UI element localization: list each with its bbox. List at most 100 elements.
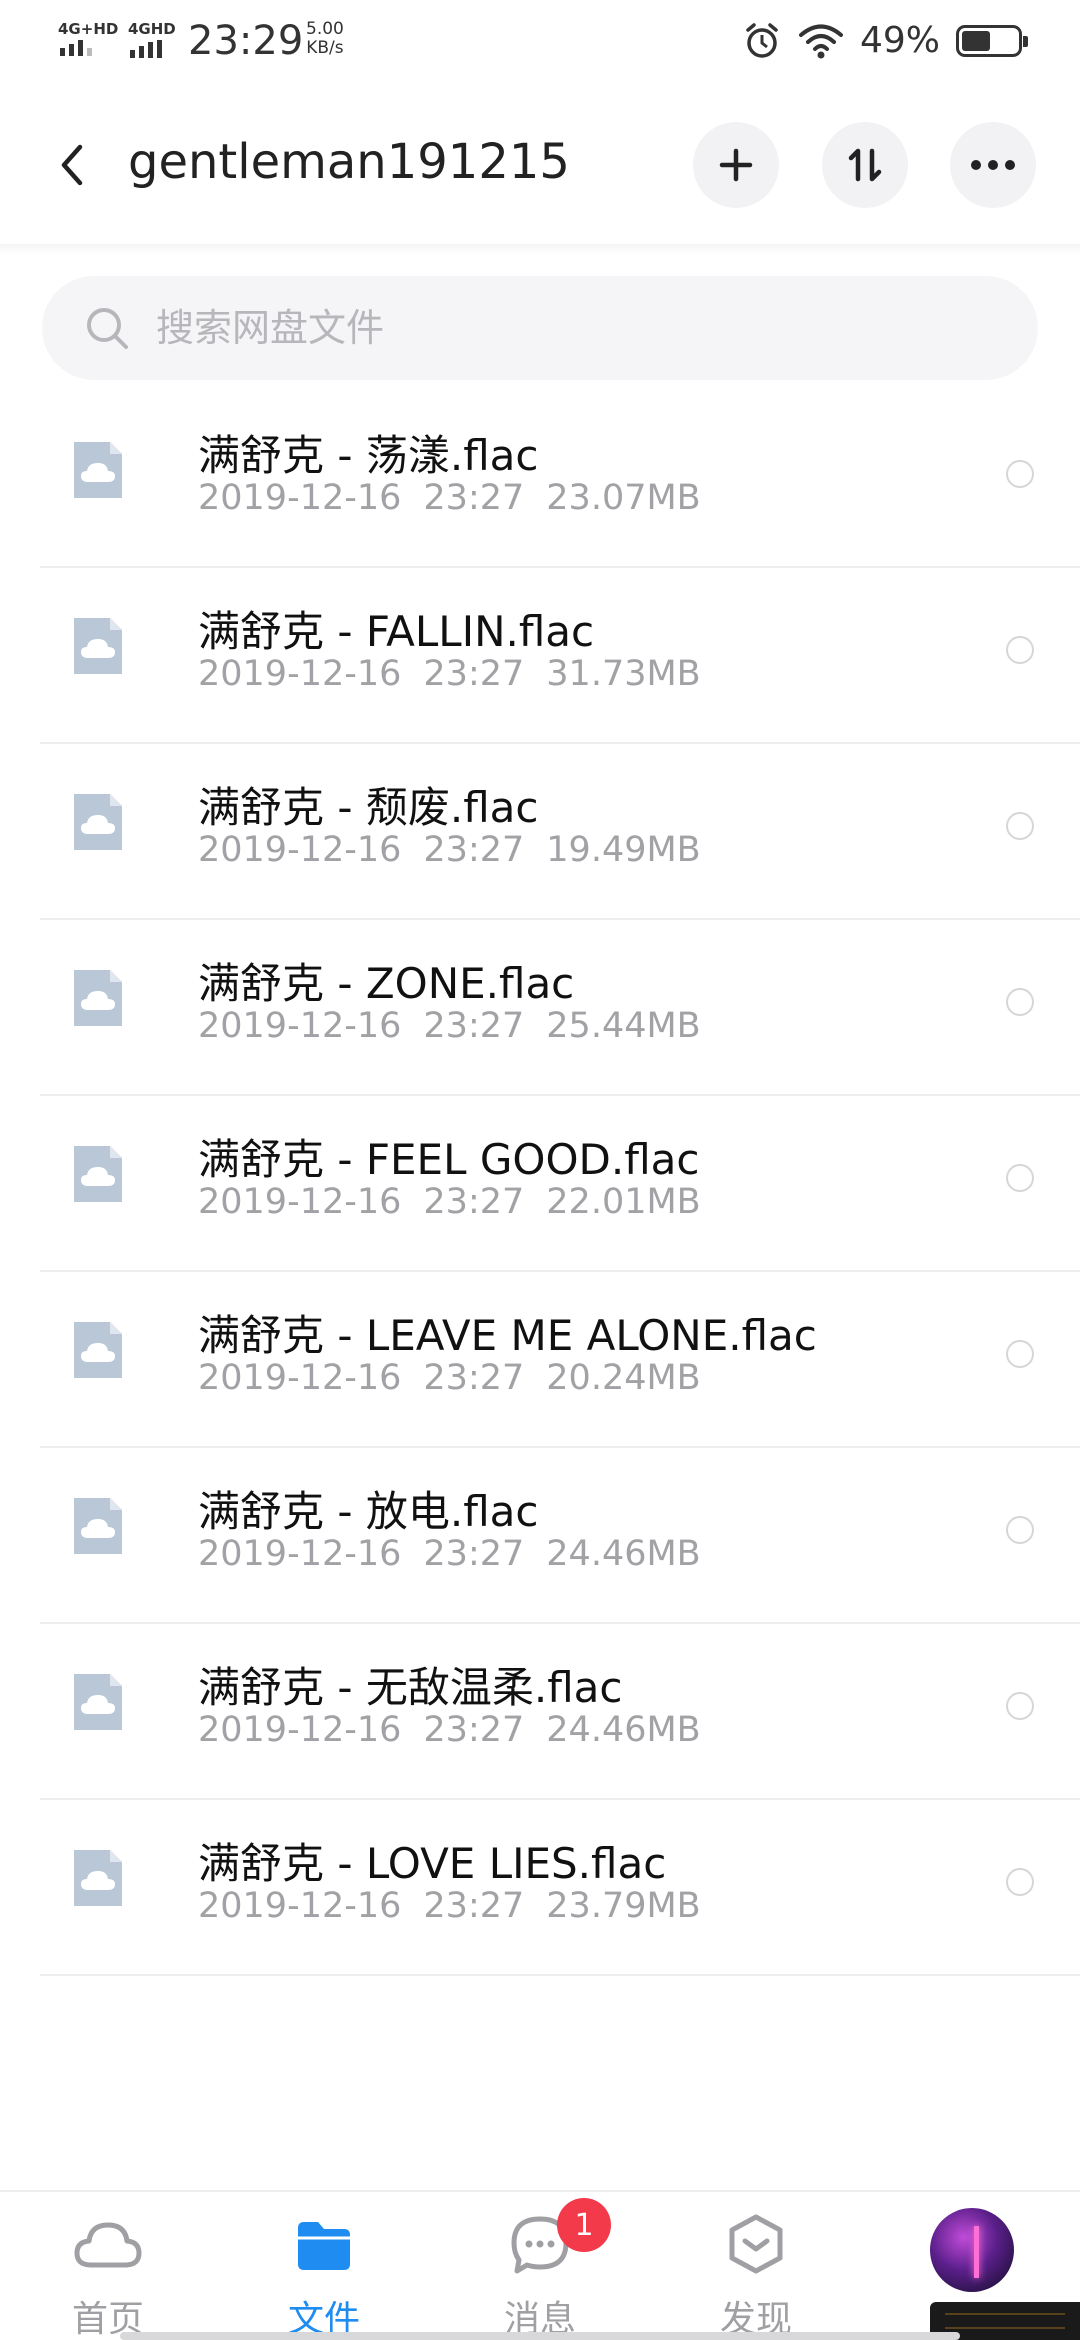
file-time: 23:27: [423, 1358, 525, 1398]
header: gentleman191215: [0, 100, 1080, 230]
select-checkbox[interactable]: [1006, 460, 1034, 488]
file-size: 23.79MB: [546, 1886, 701, 1926]
file-row[interactable]: 满舒克 - LEAVE ME ALONE.flac 2019-12-16 23:27…: [40, 1272, 1080, 1448]
select-checkbox[interactable]: [1006, 1868, 1034, 1896]
nav-files[interactable]: 文件: [224, 2212, 424, 2340]
file-row[interactable]: 满舒克 - ZONE.flac 2019-12-16 23:27 25.44MB: [40, 920, 1080, 1096]
select-checkbox[interactable]: [1006, 636, 1034, 664]
network-label-2: 4GHD: [128, 20, 176, 38]
file-row[interactable]: 满舒克 - 无敌温柔.flac 2019-12-16 23:27 24.46MB: [40, 1624, 1080, 1800]
network-label-1: 4G+HD: [58, 20, 119, 38]
select-checkbox[interactable]: [1006, 1692, 1034, 1720]
battery-percent: 49%: [859, 20, 940, 61]
status-right: 49%: [742, 20, 1028, 61]
bottom-nav: 首页 文件 1 消息 发现: [0, 2190, 1080, 2340]
alarm-icon: [746, 22, 778, 58]
file-name: 满舒克 - 荡漾.flac: [198, 431, 539, 480]
file-meta: 2019-12-16 23:27 24.46MB: [198, 1710, 723, 1750]
nav-messages[interactable]: 1 消息: [440, 2198, 640, 2340]
file-cloud-icon: [74, 442, 122, 498]
file-name: 满舒克 - LOVE LIES.flac: [198, 1839, 667, 1888]
status-bar: 4G+HD 4GHD 23:29 5.00 KB/s 49%: [0, 0, 1080, 84]
file-time: 23:27: [423, 830, 525, 870]
file-row[interactable]: 满舒克 - 放电.flac 2019-12-16 23:27 24.46MB: [40, 1448, 1080, 1624]
file-row[interactable]: 满舒克 - 颓废.flac 2019-12-16 23:27 19.49MB: [40, 744, 1080, 920]
messages-badge: 1: [557, 2198, 611, 2252]
file-meta: 2019-12-16 23:27 23.07MB: [198, 478, 723, 518]
file-date: 2019-12-16: [198, 830, 402, 870]
file-row[interactable]: 满舒克 - LOVE LIES.flac 2019-12-16 23:27 23.79…: [40, 1800, 1080, 1976]
file-size: 25.44MB: [546, 1006, 701, 1046]
folder-icon: [289, 2212, 359, 2278]
file-meta: 2019-12-16 23:27 24.46MB: [198, 1534, 723, 1574]
file-row[interactable]: 满舒克 - FEEL GOOD.flac 2019-12-16 23:27 22.01…: [40, 1096, 1080, 1272]
file-date: 2019-12-16: [198, 1182, 402, 1222]
plus-icon: [719, 148, 753, 182]
file-time: 23:27: [423, 654, 525, 694]
file-meta: 2019-12-16 23:27 19.49MB: [198, 830, 723, 870]
file-size: 24.46MB: [546, 1710, 701, 1750]
file-size: 31.73MB: [546, 654, 701, 694]
header-divider: [0, 244, 1080, 254]
home-indicator: [120, 2332, 960, 2340]
sort-icon: [848, 148, 882, 182]
file-time: 23:27: [423, 1182, 525, 1222]
file-size: 22.01MB: [546, 1182, 701, 1222]
select-checkbox[interactable]: [1006, 812, 1034, 840]
cloud-icon: [73, 2212, 143, 2278]
select-checkbox[interactable]: [1006, 1340, 1034, 1368]
sort-button[interactable]: [822, 122, 908, 208]
back-button[interactable]: [46, 130, 96, 200]
add-button[interactable]: [693, 122, 779, 208]
avatar[interactable]: [930, 2208, 1014, 2292]
chat-icon: 1: [505, 2198, 611, 2278]
file-date: 2019-12-16: [198, 654, 402, 694]
select-checkbox[interactable]: [1006, 1516, 1034, 1544]
file-cloud-icon: [74, 794, 122, 850]
file-name: 满舒克 - 无敌温柔.flac: [198, 1663, 623, 1712]
file-cloud-icon: [74, 1850, 122, 1906]
file-date: 2019-12-16: [198, 1886, 402, 1926]
file-cloud-icon: [74, 1498, 122, 1554]
file-cloud-icon: [74, 970, 122, 1026]
file-size: 19.49MB: [546, 830, 701, 870]
file-name: 满舒克 - 颓废.flac: [198, 783, 539, 832]
file-size: 20.24MB: [546, 1358, 701, 1398]
signal-icon-1: [60, 40, 92, 56]
status-time: 23:29: [188, 18, 304, 64]
file-time: 23:27: [423, 478, 525, 518]
more-button[interactable]: [950, 122, 1036, 208]
file-meta: 2019-12-16 23:27 31.73MB: [198, 654, 723, 694]
page-title: gentleman191215: [128, 134, 570, 190]
file-name: 满舒克 - ZONE.flac: [198, 959, 575, 1008]
search-bar[interactable]: [42, 276, 1038, 380]
file-cloud-icon: [74, 618, 122, 674]
signal-icon-2: [130, 40, 162, 58]
file-list: 满舒克 - 荡漾.flac 2019-12-16 23:27 23.07MB 满舒克 -…: [0, 392, 1080, 1976]
file-time: 23:27: [423, 1886, 525, 1926]
select-checkbox[interactable]: [1006, 1164, 1034, 1192]
search-input[interactable]: [156, 306, 956, 350]
file-time: 23:27: [423, 1006, 525, 1046]
file-name: 满舒克 - 放电.flac: [198, 1487, 539, 1536]
battery-icon: [956, 24, 1028, 57]
file-size: 24.46MB: [546, 1534, 701, 1574]
file-time: 23:27: [423, 1710, 525, 1750]
network-speed-value: 5.00: [306, 19, 344, 39]
file-name: 满舒克 - LEAVE ME ALONE.flac: [198, 1311, 817, 1360]
file-name: 满舒克 - FALLIN.flac: [198, 607, 595, 656]
more-icon: [971, 160, 1015, 170]
file-time: 23:27: [423, 1534, 525, 1574]
select-checkbox[interactable]: [1006, 988, 1034, 1016]
file-meta: 2019-12-16 23:27 20.24MB: [198, 1358, 723, 1398]
nav-home[interactable]: 首页: [8, 2212, 208, 2340]
file-meta: 2019-12-16 23:27 25.44MB: [198, 1006, 723, 1046]
nav-discover[interactable]: 发现: [656, 2212, 856, 2340]
file-date: 2019-12-16: [198, 1006, 402, 1046]
file-cloud-icon: [74, 1146, 122, 1202]
file-row[interactable]: 满舒克 - FALLIN.flac 2019-12-16 23:27 31.73MB: [40, 568, 1080, 744]
file-row[interactable]: 满舒克 - 荡漾.flac 2019-12-16 23:27 23.07MB: [40, 392, 1080, 568]
network-speed: 5.00 KB/s: [306, 20, 344, 58]
file-date: 2019-12-16: [198, 478, 402, 518]
file-cloud-icon: [74, 1322, 122, 1378]
